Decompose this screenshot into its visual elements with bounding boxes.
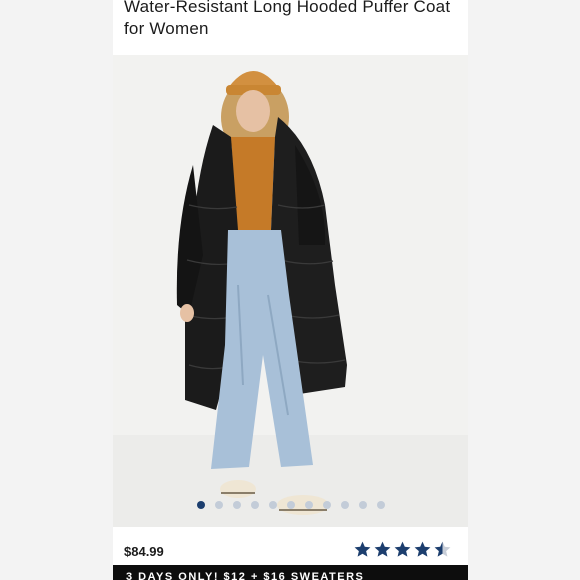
right-background (468, 0, 580, 580)
star-icon (414, 541, 431, 557)
carousel-dot[interactable] (358, 501, 367, 509)
promo-text: 3 DAYS ONLY! $12 + $16 SWEATERS (126, 571, 365, 580)
product-image[interactable] (113, 55, 468, 527)
star-icon (394, 541, 411, 557)
left-background (0, 0, 113, 580)
carousel-dot[interactable] (268, 501, 277, 509)
carousel-dot[interactable] (322, 501, 331, 509)
carousel-indicators[interactable] (113, 501, 468, 511)
carousel-dot[interactable] (196, 501, 205, 509)
promo-banner[interactable]: 3 DAYS ONLY! $12 + $16 SWEATERS (113, 565, 468, 580)
carousel-dot[interactable] (340, 501, 349, 509)
star-icon (354, 541, 371, 557)
coat-photo-icon (113, 71, 468, 527)
product-price: $84.99 (124, 544, 164, 559)
product-page: Water-Resistant Long Hooded Puffer Coat … (113, 0, 468, 580)
star-icon (374, 541, 391, 557)
carousel-dot[interactable] (250, 501, 259, 509)
rating-stars[interactable] (353, 540, 452, 559)
carousel-dot[interactable] (376, 501, 385, 509)
carousel-dot[interactable] (304, 501, 313, 509)
carousel-dot[interactable] (232, 501, 241, 509)
carousel-dot[interactable] (286, 501, 295, 509)
star-icon (434, 541, 451, 557)
carousel-dot[interactable] (214, 501, 223, 509)
product-title: Water-Resistant Long Hooded Puffer Coat … (124, 0, 451, 38)
